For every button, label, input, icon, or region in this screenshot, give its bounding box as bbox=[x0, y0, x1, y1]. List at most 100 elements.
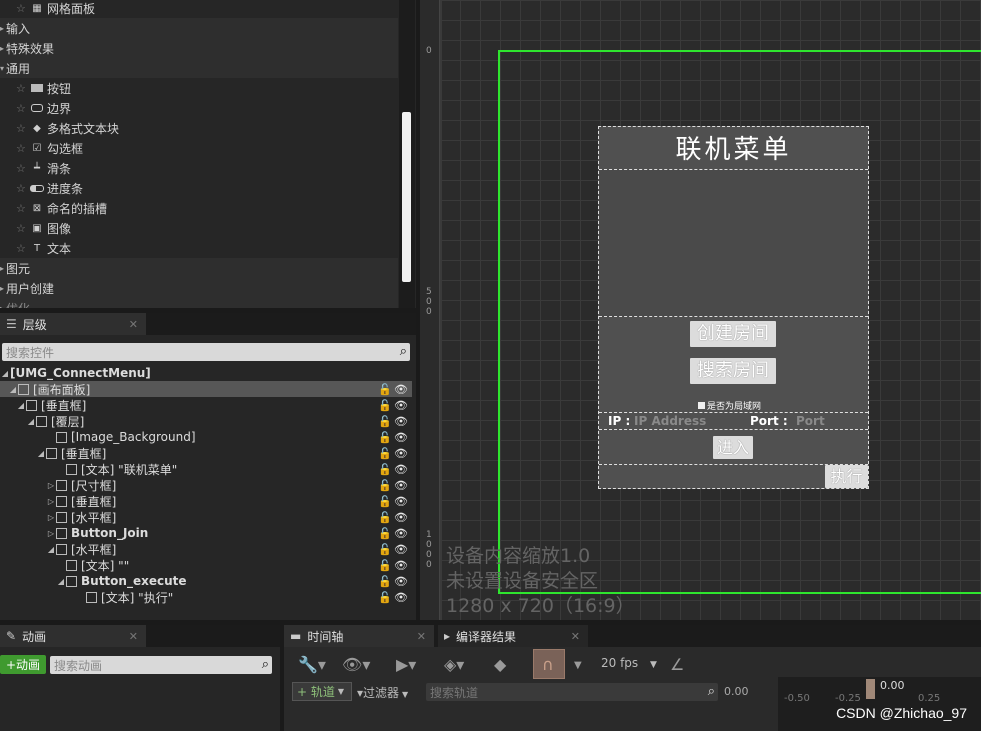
visibility-eye-icon[interactable]: 👁 bbox=[394, 399, 408, 412]
lock-icon[interactable]: 🔓 bbox=[378, 575, 392, 588]
palette-item-checkbox[interactable]: ☆ ☑ 勾选框 bbox=[0, 138, 398, 158]
connect-menu-widget[interactable]: 联机菜单 创建房间 搜索房间 是否为局域网 IP : IP Address Po… bbox=[598, 126, 869, 489]
hierarchy-row[interactable]: ◢ Button_execute 🔓 👁 bbox=[0, 573, 412, 589]
visibility-eye-icon[interactable]: 👁 bbox=[394, 575, 408, 588]
port-input[interactable]: Port bbox=[796, 414, 825, 428]
favorite-star-icon[interactable]: ☆ bbox=[16, 182, 30, 195]
add-track-button[interactable]: + 轨道 ▼ bbox=[292, 682, 352, 701]
search-icon[interactable]: ⌕ bbox=[708, 684, 715, 699]
curve-editor-icon[interactable]: ∠ bbox=[670, 655, 684, 674]
visibility-eye-icon[interactable]: 👁 bbox=[394, 479, 408, 492]
favorite-star-icon[interactable]: ☆ bbox=[16, 202, 30, 215]
hierarchy-row[interactable]: ◢ [水平框] 🔓 👁 bbox=[0, 541, 412, 557]
hierarchy-search-input[interactable]: 搜索控件 ⌕ bbox=[2, 343, 410, 361]
palette-category-input[interactable]: ▸ 输入 bbox=[0, 18, 398, 38]
palette-scrollbar-thumb[interactable] bbox=[402, 112, 411, 282]
visibility-eye-icon[interactable]: 👁 bbox=[394, 511, 408, 524]
palette-item-rich-text[interactable]: ☆ ◆ 多格式文本块 bbox=[0, 118, 398, 138]
hierarchy-row[interactable]: ◢ [垂直框] 🔓 👁 bbox=[0, 397, 412, 413]
lock-icon[interactable]: 🔓 bbox=[378, 415, 392, 428]
close-icon[interactable]: ✕ bbox=[571, 630, 580, 643]
animation-search-input[interactable]: 搜索动画 ⌕ bbox=[50, 656, 272, 674]
close-icon[interactable]: ✕ bbox=[417, 630, 426, 643]
collapse-arrow-icon[interactable]: ◢ bbox=[26, 417, 36, 426]
tab-compiler-results[interactable]: ▸ 编译器结果 ✕ bbox=[438, 625, 588, 647]
collapse-arrow-icon[interactable]: ◢ bbox=[8, 385, 18, 394]
palette-category-user-created[interactable]: ▸ 用户创建 bbox=[0, 278, 398, 298]
hierarchy-row[interactable]: ▷ [水平框] 🔓 👁 bbox=[0, 509, 412, 525]
lock-icon[interactable]: 🔓 bbox=[378, 479, 392, 492]
add-animation-button[interactable]: +动画 bbox=[0, 655, 46, 674]
hierarchy-root[interactable]: ◢ [UMG_ConnectMenu] bbox=[0, 365, 412, 381]
hierarchy-row[interactable]: ▷ [尺寸框] 🔓 👁 bbox=[0, 477, 412, 493]
hierarchy-row[interactable]: ▷ [垂直框] 🔓 👁 bbox=[0, 493, 412, 509]
designer-viewport[interactable]: 0 5 0 0 1 0 0 0 联机菜单 创建房间 搜索房间 是否为局域网 IP… bbox=[420, 0, 981, 620]
keyframe-icon[interactable]: ◈▾ bbox=[444, 655, 464, 674]
expand-arrow-icon[interactable]: ▷ bbox=[46, 529, 56, 538]
search-icon[interactable]: ⌕ bbox=[400, 344, 407, 359]
favorite-star-icon[interactable]: ☆ bbox=[16, 242, 30, 255]
play-icon[interactable]: ▶▾ bbox=[396, 655, 416, 674]
eye-icon[interactable]: 👁▾ bbox=[342, 655, 370, 674]
visibility-eye-icon[interactable]: 👁 bbox=[394, 527, 408, 540]
palette-item-progress-bar[interactable]: ☆ 进度条 bbox=[0, 178, 398, 198]
ip-address-input[interactable]: IP Address bbox=[634, 414, 706, 428]
create-room-button[interactable]: 创建房间 bbox=[690, 321, 776, 347]
wrench-icon[interactable]: 🔧▾ bbox=[298, 655, 326, 674]
palette-item-image[interactable]: ☆ ▣ 图像 bbox=[0, 218, 398, 238]
lock-icon[interactable]: 🔓 bbox=[378, 399, 392, 412]
timeline-ruler[interactable]: -0.50 -0.25 0.00 0.25 bbox=[778, 677, 981, 731]
palette-item-text[interactable]: ☆ T 文本 bbox=[0, 238, 398, 258]
visibility-eye-icon[interactable]: 👁 bbox=[394, 415, 408, 428]
visibility-eye-icon[interactable]: 👁 bbox=[394, 431, 408, 444]
tab-hierarchy[interactable]: ☰ 层级 ✕ bbox=[0, 313, 146, 335]
favorite-star-icon[interactable]: ☆ bbox=[16, 102, 30, 115]
collapse-arrow-icon[interactable]: ◢ bbox=[0, 369, 10, 378]
lock-icon[interactable]: 🔓 bbox=[378, 511, 392, 524]
playhead-handle[interactable] bbox=[866, 679, 875, 699]
collapse-arrow-icon[interactable]: ◢ bbox=[16, 401, 26, 410]
lock-icon[interactable]: 🔓 bbox=[378, 559, 392, 572]
favorite-star-icon[interactable]: ☆ bbox=[16, 222, 30, 235]
collapse-arrow-icon[interactable]: ◢ bbox=[56, 577, 66, 586]
palette-category-effects[interactable]: ▸ 特殊效果 bbox=[0, 38, 398, 58]
hierarchy-row[interactable]: ▷ Button_Join 🔓 👁 bbox=[0, 525, 412, 541]
visibility-eye-icon[interactable]: 👁 bbox=[394, 447, 408, 460]
palette-item-named-slot[interactable]: ☆ ⊠ 命名的插槽 bbox=[0, 198, 398, 218]
snap-toggle-button[interactable]: ∩ bbox=[533, 649, 565, 679]
fps-select[interactable]: 20 fps ▼ bbox=[601, 656, 657, 670]
visibility-eye-icon[interactable]: 👁 bbox=[394, 383, 408, 396]
chevron-down-icon[interactable]: ▼ bbox=[574, 660, 582, 671]
lock-icon[interactable]: 🔓 bbox=[378, 495, 392, 508]
key-snap-icon[interactable]: ◆ bbox=[494, 655, 506, 674]
filter-button[interactable]: ▾过滤器 ▼ bbox=[357, 684, 408, 701]
close-icon[interactable]: ✕ bbox=[129, 630, 138, 643]
track-search-input[interactable]: 搜索轨道 ⌕ bbox=[426, 683, 718, 701]
palette-category-common[interactable]: ▾ 通用 bbox=[0, 58, 398, 78]
favorite-star-icon[interactable]: ☆ bbox=[16, 142, 30, 155]
visibility-eye-icon[interactable]: 👁 bbox=[394, 463, 408, 476]
palette-item-slider[interactable]: ☆ ┷ 滑条 bbox=[0, 158, 398, 178]
palette-item-button[interactable]: ☆ 按钮 bbox=[0, 78, 398, 98]
palette-category-primitive[interactable]: ▸ 图元 bbox=[0, 258, 398, 278]
lock-icon[interactable]: 🔓 bbox=[378, 527, 392, 540]
palette-item-border[interactable]: ☆ 边界 bbox=[0, 98, 398, 118]
hierarchy-row[interactable]: [Image_Background] 🔓 👁 bbox=[0, 429, 412, 445]
search-room-button[interactable]: 搜索房间 bbox=[690, 358, 776, 384]
lock-icon[interactable]: 🔓 bbox=[378, 383, 392, 396]
visibility-eye-icon[interactable]: 👁 bbox=[394, 543, 408, 556]
lock-icon[interactable]: 🔓 bbox=[378, 463, 392, 476]
favorite-star-icon[interactable]: ☆ bbox=[16, 82, 30, 95]
palette-item-grid-panel[interactable]: ☆ ▦ 网格面板 bbox=[0, 0, 398, 18]
expand-arrow-icon[interactable]: ▷ bbox=[46, 497, 56, 506]
lan-checkbox-row[interactable]: 是否为局域网 bbox=[698, 399, 761, 412]
hierarchy-row[interactable]: ◢ [画布面板] 🔓 👁 bbox=[0, 381, 412, 397]
lock-icon[interactable]: 🔓 bbox=[378, 543, 392, 556]
visibility-eye-icon[interactable]: 👁 bbox=[394, 559, 408, 572]
visibility-eye-icon[interactable]: 👁 bbox=[394, 591, 408, 604]
lan-checkbox[interactable] bbox=[698, 402, 705, 409]
hierarchy-row[interactable]: ◢ [垂直框] 🔓 👁 bbox=[0, 445, 412, 461]
tab-animations[interactable]: ✎ 动画 ✕ bbox=[0, 625, 146, 647]
hierarchy-row[interactable]: [文本] "" 🔓 👁 bbox=[0, 557, 412, 573]
lock-icon[interactable]: 🔓 bbox=[378, 591, 392, 604]
